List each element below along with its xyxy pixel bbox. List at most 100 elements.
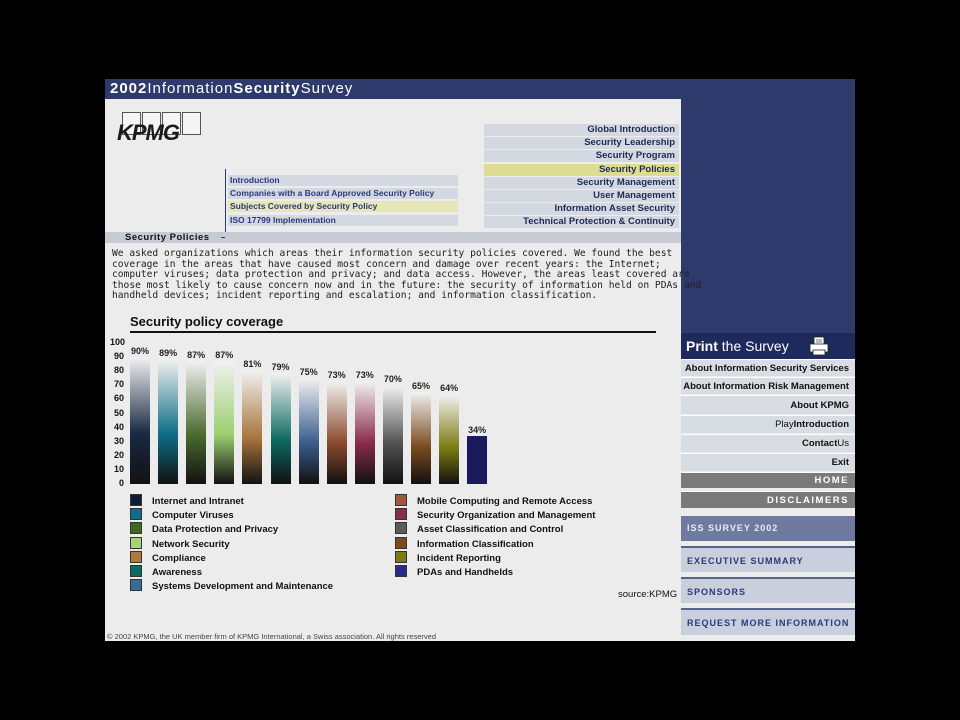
legend-swatch: [130, 565, 142, 577]
legend-swatch: [395, 522, 407, 535]
y-tick-label: 20: [113, 449, 124, 460]
y-tick-label: 10: [113, 463, 124, 474]
legend-swatch: [130, 522, 142, 535]
nav-item-global-introduction[interactable]: Global Introduction: [484, 124, 679, 136]
bar-value-label: 79%: [271, 361, 290, 372]
disclaimers-button[interactable]: DISCLAIMERS: [681, 491, 855, 508]
legend-label: Mobile Computing and Remote Access: [417, 496, 593, 507]
legend-item: Awareness: [130, 565, 202, 578]
bar: [158, 358, 179, 484]
bar-value-label: 87%: [215, 350, 234, 361]
printer-icon: [809, 336, 829, 356]
bar-value-label: 81%: [243, 358, 262, 369]
nav-item-security-management[interactable]: Security Management: [484, 176, 679, 189]
bar: [186, 361, 207, 484]
legend-swatch: [395, 565, 407, 577]
nav-item-security-policies[interactable]: Security Policies: [484, 163, 679, 176]
legend-label: Systems Development and Maintenance: [152, 581, 334, 593]
legend-label: Asset Classification and Control: [417, 524, 564, 536]
legend-swatch: [130, 536, 142, 549]
bar: [439, 393, 460, 484]
legend-item: Network Security: [130, 536, 230, 550]
home-button[interactable]: HOME: [681, 472, 855, 488]
legend-label: Data Protection and Privacy: [152, 524, 279, 536]
legend-swatch: [130, 508, 142, 521]
intro-text: We asked organizations which areas their…: [112, 248, 701, 302]
sub-nav-companies-with-a-board-approved-security-policy[interactable]: Companies with a Board Approved Security…: [228, 188, 458, 200]
nav-item-security-program[interactable]: Security Program: [484, 150, 679, 163]
intro-line: handheld devices; incident reporting and…: [112, 290, 598, 301]
request-more-information-button[interactable]: REQUEST MORE INFORMATION: [681, 608, 855, 635]
kpmg-logo-text: KPMG: [117, 120, 180, 145]
iss-survey-2002-button[interactable]: ISS SURVEY 2002: [681, 516, 855, 541]
y-tick-label: 100: [110, 337, 126, 347]
legend-label: Network Security: [152, 538, 230, 550]
about-irm-link[interactable]: About Information Risk Management: [681, 377, 855, 394]
legend-swatch: [130, 579, 142, 592]
bar: [411, 392, 431, 484]
about-iss-link[interactable]: About Information Security Services: [681, 359, 855, 376]
legend-swatch: [395, 536, 407, 549]
legend-swatch: [395, 508, 407, 521]
bar: [242, 369, 263, 484]
executive-summary-button[interactable]: EXECUTIVE SUMMARY: [681, 546, 855, 572]
bar: [298, 378, 319, 484]
y-tick-label: 60: [113, 393, 124, 404]
y-tick-label: 80: [113, 365, 124, 376]
legend-label: Incident Reporting: [417, 552, 501, 564]
legend-item: Internet and Intranet: [130, 494, 244, 507]
legend-label: PDAs and Handhelds: [417, 567, 514, 578]
section-bar: Security Policies: [105, 232, 681, 243]
bar-value-label: 75%: [299, 367, 318, 378]
legend-item: Mobile Computing and Remote Access: [395, 494, 593, 507]
y-tick-label: 0: [118, 478, 124, 488]
bar-value-label: 87%: [187, 350, 206, 361]
bar-chart: 100 90 80 70 60 50 40 30 20 10 0 90% 89% 87% 87% 81% 79%…: [105, 334, 505, 489]
y-tick-label: 50: [113, 407, 124, 418]
legend-item: Compliance: [130, 550, 206, 564]
exit-link[interactable]: Exit: [681, 453, 855, 471]
about-kpmg-link[interactable]: About KPMG: [681, 395, 855, 414]
sub-nav-iso-17799-implementation[interactable]: ISO 17799 Implementation: [228, 214, 458, 226]
legend-item: Security Organization and Management: [395, 508, 596, 522]
legend-label: Compliance: [152, 552, 206, 564]
section-title: Security Policies: [125, 232, 210, 243]
copyright: © 2002 KPMG, the UK member firm of KPMG …: [107, 632, 436, 641]
bar: [382, 385, 403, 484]
legend-item: PDAs and Handhelds: [395, 565, 514, 578]
sub-nav-introduction[interactable]: Introduction: [228, 175, 458, 186]
bar: [270, 372, 291, 484]
print-survey-button[interactable]: Print the Survey: [681, 333, 855, 359]
y-tick-label: 70: [113, 379, 124, 390]
nav-connector: [225, 169, 226, 237]
bar: [130, 357, 150, 484]
survey-title: 2002InformationSecuritySurvey: [110, 80, 354, 97]
legend-label: Computer Viruses: [152, 510, 234, 522]
bar: [326, 381, 347, 484]
bar-value-label: 64%: [440, 382, 459, 393]
sub-nav-subjects-covered-by-security-policy[interactable]: Subjects Covered by Security Policy: [228, 201, 458, 213]
sponsors-button[interactable]: SPONSORS: [681, 577, 855, 603]
bar: [354, 381, 375, 484]
right-blue-panel: [681, 99, 855, 333]
nav-item-information-asset-security[interactable]: Information Asset Security: [484, 203, 679, 216]
nav-item-user-management[interactable]: User Management: [484, 190, 679, 202]
nav-item-technical-protection-continuity[interactable]: Technical Protection & Continuity: [484, 216, 679, 229]
legend-item: Systems Development and Maintenance: [130, 579, 334, 593]
y-tick-label: 40: [113, 421, 124, 432]
legend-item: Data Protection and Privacy: [130, 522, 279, 536]
bar-value-label: 73%: [355, 370, 374, 381]
play-introduction-link[interactable]: PlayIntroduction: [681, 415, 855, 433]
bar: [467, 436, 488, 484]
legend-label: Security Organization and Management: [417, 510, 596, 522]
bar-value-label: 90%: [130, 346, 149, 357]
contact-us-link[interactable]: ContactUs: [681, 434, 855, 452]
legend-swatch: [130, 550, 142, 563]
chart-title-rule: [130, 331, 656, 333]
nav-item-security-leadership[interactable]: Security Leadership: [484, 137, 679, 150]
kpmg-logo: KPMG: [117, 112, 201, 146]
bar: [214, 361, 235, 484]
legend-swatch: [395, 550, 407, 563]
intro-line: We asked organizations which areas their…: [112, 248, 673, 259]
y-tick-label: 30: [113, 435, 124, 446]
